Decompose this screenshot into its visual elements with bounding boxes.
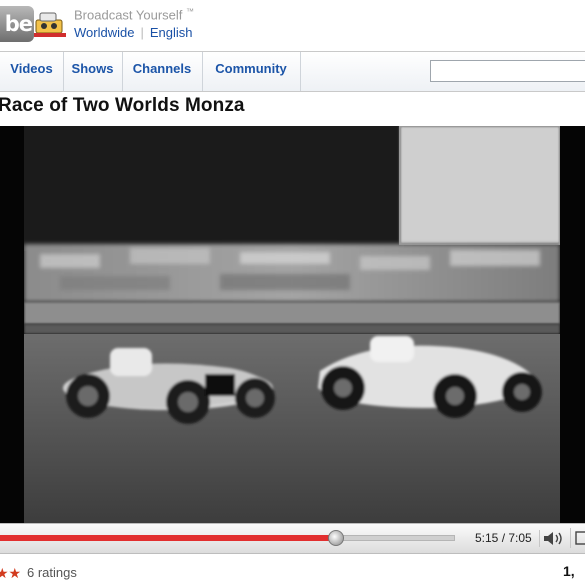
search-input[interactable]	[430, 60, 585, 82]
video-player[interactable]	[0, 126, 585, 523]
youtube-logo[interactable]: be	[0, 6, 34, 42]
rating-stars[interactable]: ★★	[0, 565, 21, 582]
video-frame	[0, 126, 585, 523]
player-controls: 5:15 / 7:05	[0, 523, 585, 554]
volume-icon[interactable]	[539, 530, 568, 547]
fullscreen-icon[interactable]	[570, 528, 585, 548]
trademark: ™	[186, 7, 195, 16]
logo-text: be	[4, 12, 33, 36]
language-link[interactable]: English	[150, 25, 193, 40]
view-count: 1,	[563, 563, 575, 579]
locale-links: Worldwide | English	[74, 25, 192, 40]
time-display: 5:15 / 7:05	[475, 531, 532, 545]
locale-divider: |	[140, 25, 144, 40]
scrubber-handle[interactable]	[328, 530, 344, 546]
region-link[interactable]: Worldwide	[74, 25, 134, 40]
progress-played	[0, 535, 336, 541]
camera-mascot-icon	[34, 12, 66, 37]
video-title: Race of Two Worlds Monza	[0, 95, 245, 116]
nav-bar: Videos Shows Channels Community	[0, 51, 585, 92]
fullscreen-glyph	[575, 531, 585, 545]
tab-community[interactable]: Community	[202, 52, 301, 91]
tab-videos[interactable]: Videos	[0, 52, 64, 91]
tagline-text: Broadcast Yourself	[74, 7, 183, 23]
tab-shows[interactable]: Shows	[63, 52, 123, 91]
speaker-icon	[544, 532, 562, 545]
ratings-count: 6 ratings	[27, 565, 77, 580]
tab-channels[interactable]: Channels	[122, 52, 203, 91]
tagline: Broadcast Yourself ™	[74, 7, 194, 22]
